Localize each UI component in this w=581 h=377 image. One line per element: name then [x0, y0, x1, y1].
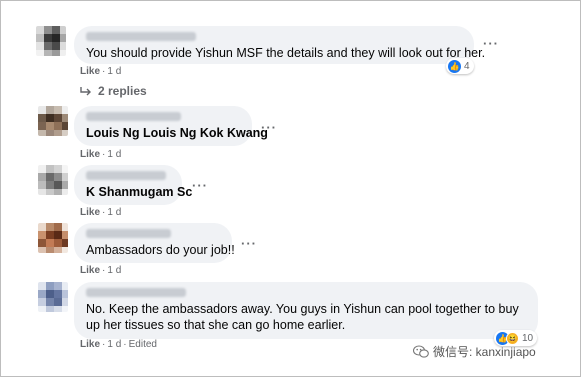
like-button[interactable]: Like [80, 207, 100, 218]
commenter-name[interactable] [86, 229, 171, 238]
comment-meta: Like · 1 d [80, 207, 122, 218]
avatar[interactable] [38, 223, 68, 253]
commenter-name[interactable] [86, 32, 196, 41]
like-button[interactable]: Like [80, 149, 100, 160]
comment-bubble: Ambassadors do your job!! [74, 223, 235, 263]
timestamp[interactable]: 1 d [107, 66, 121, 77]
avatar[interactable] [38, 165, 68, 195]
replies-count: 2 replies [98, 84, 147, 98]
like-button[interactable]: Like [80, 265, 100, 276]
comment-bubble: You should provide Yishun MSF the detail… [74, 26, 486, 64]
comment-bubble: Louis Ng Louis Ng Kok Kwang [74, 106, 268, 146]
more-options-icon[interactable]: ··· [241, 236, 257, 251]
comment-meta: Like · 1 d · Edited [80, 339, 157, 350]
watermark: 微信号: kanxinjiapo [413, 343, 536, 360]
reaction-count: 4 [464, 60, 470, 72]
like-button[interactable]: Like [80, 339, 100, 350]
reply-arrow-icon [80, 87, 91, 96]
comment-meta: Like · 1 d [80, 265, 122, 276]
wechat-logo-icon [413, 344, 429, 358]
timestamp[interactable]: 1 d [107, 265, 121, 276]
comment-text: You should provide Yishun MSF the detail… [86, 46, 486, 60]
comment-text: Ambassadors do your job!! [86, 243, 235, 257]
avatar[interactable] [36, 26, 66, 56]
reaction-count: 10 [522, 332, 534, 344]
comment-bubble: No. Keep the ambassadors away. You guys … [74, 282, 538, 339]
edited-label: Edited [128, 339, 157, 350]
timestamp[interactable]: 1 d [107, 339, 121, 350]
comment-text: K Shanmugam Sc [86, 185, 193, 199]
timestamp[interactable]: 1 d [107, 149, 121, 160]
timestamp[interactable]: 1 d [107, 207, 121, 218]
reaction-summary[interactable]: 👍 4 [446, 58, 474, 74]
avatar[interactable] [38, 282, 68, 312]
commenter-name[interactable] [86, 288, 186, 297]
comment-text: Louis Ng Louis Ng Kok Kwang [86, 126, 268, 140]
comment-text: No. Keep the ambassadors away. You guys … [86, 302, 519, 332]
more-options-icon[interactable]: ··· [261, 120, 277, 135]
view-replies-button[interactable]: 2 replies [80, 84, 147, 98]
like-icon: 👍 [448, 59, 461, 73]
like-button[interactable]: Like [80, 66, 100, 77]
comment-bubble: K Shanmugam Sc [74, 165, 193, 205]
more-options-icon[interactable]: ··· [483, 36, 499, 51]
more-options-icon[interactable]: ··· [192, 178, 208, 193]
commenter-name[interactable] [86, 171, 166, 180]
watermark-text: 微信号: kanxinjiapo [433, 345, 536, 359]
comment-meta: Like · 1 d [80, 66, 122, 77]
avatar[interactable] [38, 106, 68, 136]
comment-meta: Like · 1 d [80, 149, 122, 160]
commenter-name[interactable] [86, 112, 181, 121]
